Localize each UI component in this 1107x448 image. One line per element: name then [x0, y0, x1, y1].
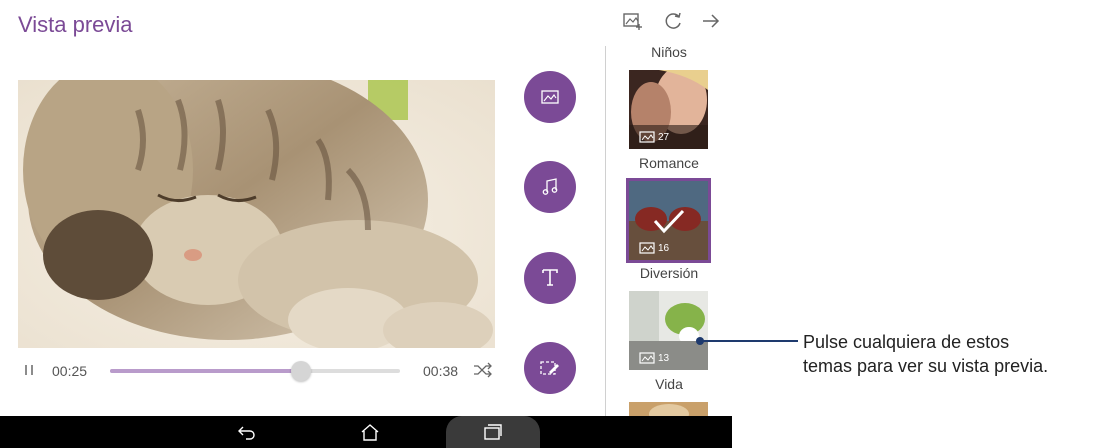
playback-controls: 00:25 00:38	[18, 356, 498, 386]
back-icon	[238, 426, 255, 440]
progress-fill	[110, 369, 302, 373]
page-title: Vista previa	[18, 12, 133, 37]
photo-count: 13	[639, 352, 669, 364]
theme-label-ninos: Niños	[651, 44, 687, 60]
add-image-icon[interactable]	[622, 10, 644, 32]
image-button[interactable]	[524, 71, 576, 123]
photo-count-icon	[639, 131, 655, 143]
pause-icon[interactable]	[24, 363, 34, 377]
elapsed-time: 00:25	[52, 363, 88, 379]
total-time: 00:38	[423, 363, 459, 379]
callout-text: Pulse cualquiera de estos temas para ver…	[803, 332, 1049, 376]
theme-thumbnail-romance[interactable]: 27	[629, 70, 708, 149]
theme-thumbnail-vida[interactable]: 13	[629, 291, 708, 370]
home-button[interactable]	[355, 416, 385, 448]
toolbar	[620, 10, 730, 36]
edit-effects-button[interactable]	[524, 342, 576, 394]
image-icon	[541, 90, 559, 104]
theme-label-vida: Vida	[655, 376, 683, 392]
shuffle-icon[interactable]	[473, 362, 493, 378]
recent-apps-button[interactable]	[478, 416, 508, 448]
back-button[interactable]	[232, 416, 262, 448]
refresh-icon[interactable]	[662, 10, 684, 32]
slideshow-preview-image[interactable]	[18, 80, 495, 348]
photo-count: 16	[639, 242, 669, 254]
theme-label-diversion: Diversión	[639, 265, 699, 281]
navigation-bar	[0, 416, 732, 448]
music-button[interactable]	[524, 161, 576, 213]
theme-thumbnail-next[interactable]	[629, 402, 708, 416]
forward-arrow-icon[interactable]	[700, 10, 722, 32]
callout-line	[700, 340, 798, 342]
panel-divider	[605, 46, 606, 418]
theme-label-romance: Romance	[639, 155, 699, 171]
home-icon	[361, 424, 379, 441]
recent-apps-icon	[484, 424, 502, 440]
theme-thumbnail-diversion[interactable]: 16	[626, 178, 711, 263]
progress-slider[interactable]	[110, 361, 400, 381]
photo-count-icon	[639, 352, 655, 364]
edit-effects-icon	[540, 361, 559, 375]
music-icon	[542, 178, 558, 195]
text-button[interactable]	[524, 252, 576, 304]
photo-count: 27	[639, 131, 669, 143]
photo-count-icon	[639, 242, 655, 254]
progress-thumb[interactable]	[291, 361, 312, 381]
text-icon	[542, 269, 558, 286]
